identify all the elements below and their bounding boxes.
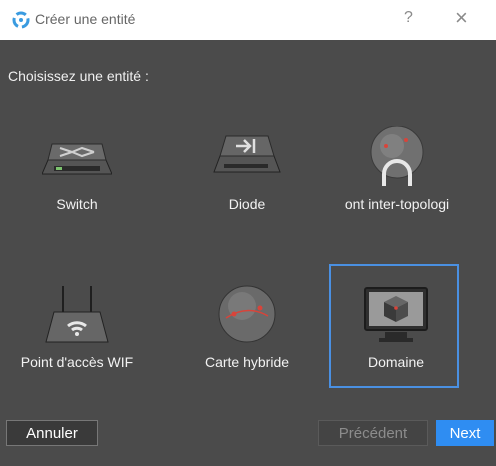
next-button[interactable]: Next xyxy=(436,420,494,446)
entity-tile-hybrid-map[interactable]: Carte hybride xyxy=(180,264,310,388)
entity-tile-diode[interactable]: Diode xyxy=(180,106,310,230)
entity-label: Domaine xyxy=(367,354,425,370)
prompt-label: Choisissez une entité : xyxy=(8,68,149,84)
hybrid-map-icon xyxy=(218,285,276,343)
previous-button[interactable]: Précédent xyxy=(318,420,428,446)
domain-icon xyxy=(364,287,428,342)
entity-label: Diode xyxy=(228,196,266,212)
create-entity-dialog: Créer une entité ? × Choisissez une enti… xyxy=(0,0,496,466)
title-bar: Créer une entité ? × xyxy=(0,0,496,40)
diode-icon xyxy=(213,135,281,173)
button-bar: Annuler Précédent Next xyxy=(0,414,496,466)
entity-tile-inter-topology[interactable]: ont inter-topologi xyxy=(330,106,460,230)
app-logo-icon xyxy=(12,11,30,29)
switch-icon xyxy=(42,143,112,175)
entity-tile-switch[interactable]: Switch xyxy=(10,106,140,230)
inter-topology-bridge-icon xyxy=(370,126,424,186)
close-button[interactable]: × xyxy=(455,5,468,31)
cancel-button[interactable]: Annuler xyxy=(6,420,98,446)
entity-label: ont inter-topologi xyxy=(344,196,450,212)
entity-label: Point d'accès WIF xyxy=(20,354,134,370)
entity-chooser: Choisissez une entité : Switch Diode ont… xyxy=(0,40,496,466)
dialog-title: Créer une entité xyxy=(35,11,136,27)
entity-tile-domain[interactable]: Domaine xyxy=(329,264,459,388)
entity-label: Switch xyxy=(56,196,98,212)
entity-tile-wifi[interactable]: Point d'accès WIF xyxy=(10,264,140,388)
help-button[interactable]: ? xyxy=(404,9,413,27)
wifi-access-point-icon xyxy=(45,286,109,343)
entity-label: Carte hybride xyxy=(204,354,290,370)
